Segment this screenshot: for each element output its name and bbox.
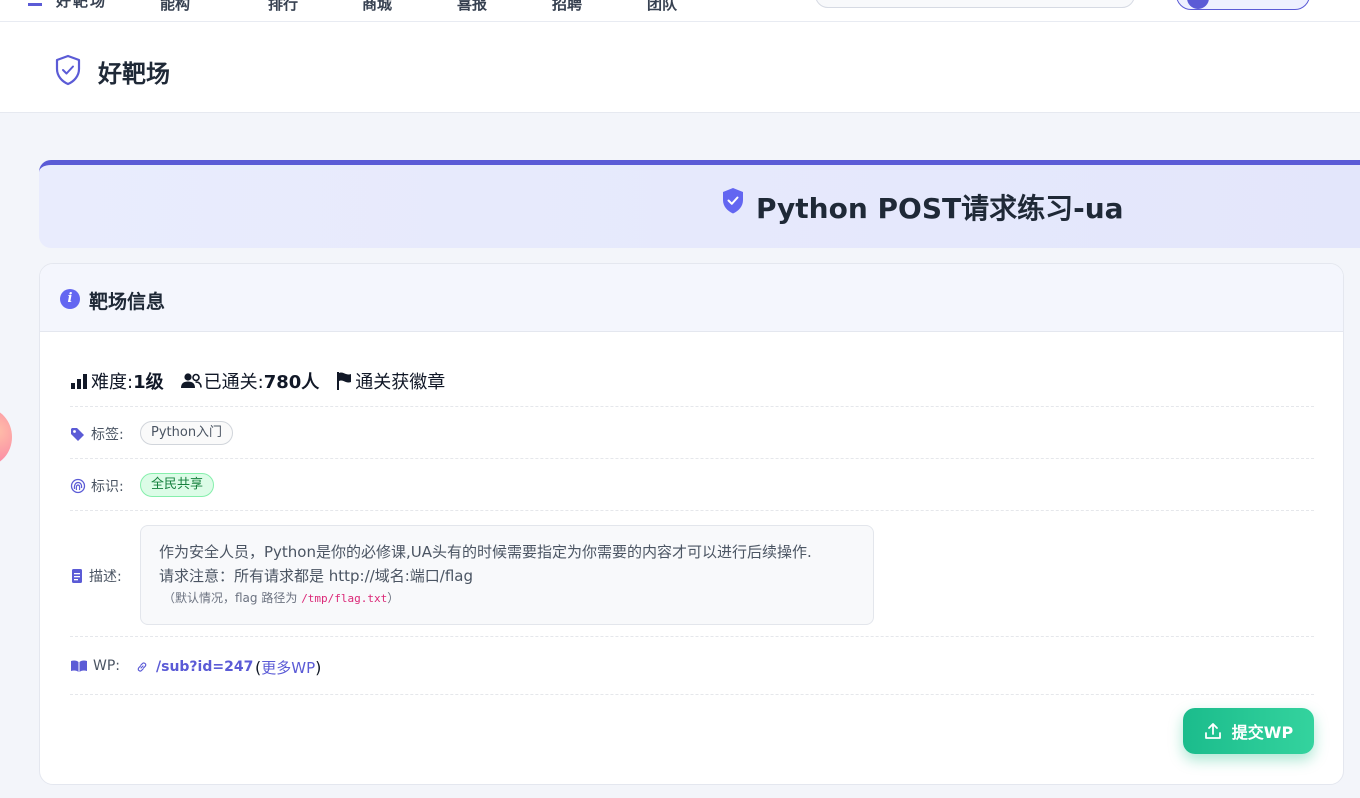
challenge-banner: Python POST请求练习-ua bbox=[39, 160, 1360, 248]
shield-icon bbox=[723, 188, 743, 214]
more-wp-link[interactable]: 更多WP bbox=[261, 659, 315, 677]
tags-row: 标签: Python入门 bbox=[70, 406, 1314, 458]
tags-label: 标签: bbox=[91, 427, 124, 443]
page-title: 好靶场 bbox=[98, 60, 170, 88]
logo-icon[interactable] bbox=[28, 0, 42, 6]
nav-item-ranking[interactable]: 排行 bbox=[268, 0, 298, 14]
passed-stat: 已通关: 780人 bbox=[180, 368, 320, 394]
tags-label-group: 标签: bbox=[70, 424, 124, 444]
difficulty-stat: 难度: 1级 bbox=[70, 368, 164, 394]
flag-path-note: （默认情况，flag 路径为 /tmp/flag.txt） bbox=[159, 588, 855, 609]
info-icon: i bbox=[60, 289, 80, 309]
difficulty-label: 难度: bbox=[91, 372, 134, 393]
difficulty-value: 1级 bbox=[133, 372, 164, 393]
book-icon bbox=[71, 660, 87, 672]
tag-chip[interactable]: Python入门 bbox=[140, 421, 234, 445]
tag-icon bbox=[71, 427, 84, 441]
link-icon bbox=[137, 662, 147, 672]
card-header: i 靶场信息 bbox=[40, 264, 1343, 332]
flag-icon bbox=[337, 372, 352, 390]
shield-check-icon bbox=[55, 54, 81, 86]
upload-icon bbox=[1204, 723, 1221, 739]
user-menu-button[interactable] bbox=[1176, 0, 1310, 10]
wp-link-text: /sub?id=247 bbox=[156, 659, 254, 675]
passed-label: 已通关: bbox=[203, 372, 264, 393]
flag-note-suffix: ） bbox=[387, 591, 400, 605]
mark-badge: 全民共享 bbox=[140, 473, 215, 497]
nav-item-team[interactable]: 团队 bbox=[647, 0, 677, 14]
nav-item-shop[interactable]: 商城 bbox=[362, 0, 392, 14]
document-icon bbox=[72, 569, 82, 583]
badge-stat: 通关获徽章 bbox=[335, 368, 445, 394]
search-input[interactable] bbox=[815, 0, 1135, 8]
avatar bbox=[1187, 0, 1209, 9]
flag-note-prefix: （默认情况，flag 路径为 bbox=[163, 591, 298, 605]
badge-text: 通关获徽章 bbox=[355, 372, 446, 393]
desc-label-group: 描述: bbox=[70, 566, 122, 586]
logo-text[interactable]: 好靶场 bbox=[56, 0, 107, 11]
description-row: 描述: 作为安全人员，Python是你的必修课,UA头有的时候需要指定为你需要的… bbox=[70, 510, 1314, 636]
nav-item-1[interactable]: 能构 bbox=[160, 0, 190, 14]
mark-label-group: 标识: bbox=[70, 476, 124, 496]
floating-assistant-button[interactable] bbox=[0, 408, 12, 466]
description-line-1: 作为安全人员，Python是你的必修课,UA头有的时候需要指定为你需要的内容才可… bbox=[159, 543, 812, 561]
paren-close: ) bbox=[315, 658, 322, 677]
top-navbar: 好靶场 能构 排行 商城 喜报 招聘 团队 bbox=[0, 0, 1360, 22]
nav-item-jobs[interactable]: 招聘 bbox=[552, 0, 582, 14]
wp-label: WP: bbox=[93, 658, 121, 674]
mark-label: 标识: bbox=[91, 479, 124, 495]
flag-path: /tmp/flag.txt bbox=[301, 592, 388, 605]
submit-wp-label: 提交WP bbox=[1231, 723, 1294, 742]
wp-row: WP: /sub?id=247 (更多WP) bbox=[70, 636, 1314, 694]
range-info-card: i 靶场信息 难度: 1级 已通关: 780人 通关获徽章 标签: Python… bbox=[39, 263, 1344, 785]
stats-line: 难度: 1级 已通关: 780人 通关获徽章 bbox=[70, 368, 461, 394]
submit-wp-button[interactable]: 提交WP bbox=[1183, 708, 1314, 754]
wp-label-group: WP: bbox=[70, 658, 120, 674]
divider bbox=[70, 694, 1314, 695]
users-icon bbox=[180, 373, 202, 388]
card-title: 靶场信息 bbox=[89, 291, 166, 313]
description-box: 作为安全人员，Python是你的必修课,UA头有的时候需要指定为你需要的内容才可… bbox=[140, 525, 874, 625]
wp-link[interactable]: /sub?id=247 bbox=[136, 659, 253, 675]
description-line-2: 请求注意：所有请求都是 http://域名:端口/flag bbox=[159, 567, 473, 585]
challenge-title: Python POST请求练习-ua bbox=[756, 192, 1124, 225]
passed-value: 780人 bbox=[263, 372, 320, 393]
fingerprint-icon bbox=[70, 478, 86, 494]
desc-label: 描述: bbox=[89, 569, 122, 585]
nav-item-news[interactable]: 喜报 bbox=[457, 0, 487, 14]
bar-chart-icon bbox=[71, 374, 87, 389]
more-wp-group: (更多WP) bbox=[255, 657, 321, 678]
page-header: 好靶场 bbox=[0, 22, 1360, 113]
mark-row: 标识: 全民共享 bbox=[70, 458, 1314, 510]
